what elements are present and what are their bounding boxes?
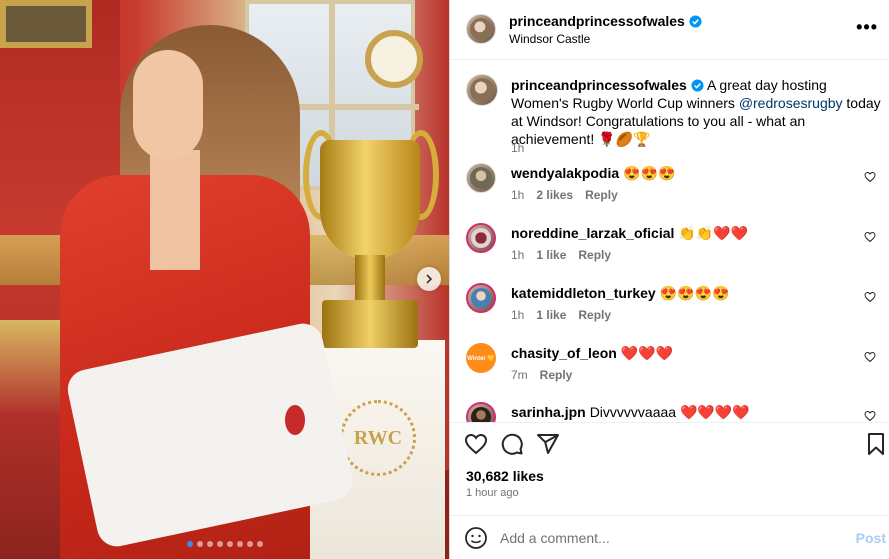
comment-likes[interactable]: 1 like — [536, 248, 566, 262]
heart-icon[interactable] — [864, 231, 876, 243]
comment-avatar[interactable] — [466, 402, 496, 422]
comment-text: 👏👏❤️❤️ — [678, 225, 749, 241]
comment-reply[interactable]: Reply — [540, 368, 573, 382]
chevron-right-icon — [426, 274, 433, 284]
avatar-text: Winter 💛 — [467, 355, 495, 362]
trophy-base — [322, 300, 418, 348]
heart-icon[interactable] — [864, 291, 876, 303]
england-rose-emblem — [285, 405, 305, 435]
carousel-dot — [186, 541, 193, 547]
trophy-cup — [320, 140, 420, 260]
rwc-logo-text: RWC — [353, 426, 403, 449]
comment-avatar[interactable] — [466, 223, 496, 253]
comment-item: katemiddleton_turkey 😍😍😍😍 1h 1 like Reply — [466, 283, 886, 333]
comment-body: wendyalakpodia 😍😍😍 — [511, 165, 675, 182]
post-timestamp[interactable]: 1 hour ago — [466, 487, 519, 499]
comment-item: Winter 💛 chasity_of_leon ❤️❤️❤️ 7m Reply — [466, 343, 886, 393]
comment-icon[interactable] — [500, 432, 524, 456]
add-comment-bar: Post — [450, 515, 889, 559]
person-face — [133, 50, 203, 160]
comment-time[interactable]: 1h — [511, 248, 524, 262]
comment-likes[interactable]: 1 like — [536, 308, 566, 322]
comment-username[interactable]: chasity_of_leon — [511, 345, 617, 361]
comment-likes[interactable]: 2 likes — [536, 188, 573, 202]
post-header: princeandprincessofwales Windsor Castle … — [450, 0, 889, 60]
share-icon[interactable] — [536, 432, 560, 456]
comment-reply[interactable]: Reply — [578, 248, 611, 262]
post-sidebar: princeandprincessofwales Windsor Castle … — [449, 0, 889, 559]
rwc-logo: RWC — [340, 400, 416, 476]
comment-text: 😍😍😍 — [623, 165, 676, 181]
comment-time[interactable]: 1h — [511, 308, 524, 322]
post-actions — [450, 422, 889, 464]
caption-time[interactable]: 1h — [511, 141, 524, 155]
comment-username[interactable]: katemiddleton_turkey — [511, 285, 656, 301]
carousel-next-button[interactable] — [417, 267, 441, 291]
caption-avatar[interactable] — [466, 74, 498, 106]
comment-body: sarinha.jpn Divvvvvvaaaa ❤️❤️❤️❤️ — [511, 404, 750, 421]
comment-text: ❤️❤️❤️ — [620, 345, 674, 361]
heart-icon[interactable] — [864, 171, 876, 183]
post-comment-button[interactable]: Post — [856, 530, 886, 546]
author-avatar[interactable] — [466, 14, 496, 44]
photo-painting — [0, 0, 92, 48]
heart-icon[interactable] — [864, 351, 876, 363]
trophy-stem — [355, 255, 385, 305]
comment-username[interactable]: noreddine_larzak_oficial — [511, 225, 674, 241]
carousel-dot — [246, 541, 253, 547]
bookmark-icon[interactable] — [864, 432, 888, 456]
carousel-dot — [206, 541, 213, 547]
comment-username[interactable]: sarinha.jpn — [511, 404, 586, 420]
comment-meta: 1h 1 like Reply — [511, 248, 611, 262]
post-location[interactable]: Windsor Castle — [509, 32, 590, 46]
comment-time[interactable]: 7m — [511, 368, 528, 382]
photo-chair — [0, 320, 60, 559]
carousel-dot — [216, 541, 223, 547]
comment-text: Divvvvvvaaaa ❤️❤️❤️❤️ — [589, 404, 750, 420]
comment-body: katemiddleton_turkey 😍😍😍😍 — [511, 285, 729, 302]
verified-badge-icon — [689, 14, 702, 28]
carousel-dot — [236, 541, 243, 547]
comment-meta: 7m Reply — [511, 368, 572, 382]
heart-icon[interactable] — [464, 432, 488, 456]
author-username-row[interactable]: princeandprincessofwales — [509, 13, 702, 29]
comment-item: noreddine_larzak_oficial 👏👏❤️❤️ 1h 1 like R… — [466, 223, 886, 273]
heart-icon[interactable] — [864, 410, 876, 422]
comment-body: chasity_of_leon ❤️❤️❤️ — [511, 345, 673, 362]
comment-meta: 1h 2 likes Reply — [511, 188, 618, 202]
comment-meta: 1h 1 like Reply — [511, 308, 611, 322]
caption-username[interactable]: princeandprincessofwales — [511, 77, 687, 93]
person-neck — [150, 150, 200, 270]
comment-avatar[interactable]: Winter 💛 — [466, 343, 496, 373]
comment-username[interactable]: wendyalakpodia — [511, 165, 619, 181]
comment-time[interactable]: 1h — [511, 188, 524, 202]
comment-avatar[interactable] — [466, 163, 496, 193]
comment-reply[interactable]: Reply — [578, 308, 611, 322]
comments-list[interactable]: princeandprincessofwales A great day hos… — [450, 60, 889, 422]
comment-avatar[interactable] — [466, 283, 496, 313]
comment-reply[interactable]: Reply — [585, 188, 618, 202]
author-username[interactable]: princeandprincessofwales — [509, 13, 685, 29]
carousel-indicator — [0, 541, 449, 547]
comment-text: 😍😍😍😍 — [659, 285, 730, 301]
carousel-dot — [196, 541, 203, 547]
more-icon[interactable]: ••• — [856, 18, 878, 36]
comment-body: noreddine_larzak_oficial 👏👏❤️❤️ — [511, 225, 748, 242]
comment-input[interactable] — [500, 528, 820, 548]
likes-count[interactable]: 30,682 likes — [466, 468, 544, 484]
caption-mention[interactable]: @redrosesrugby — [739, 95, 843, 111]
verified-badge-icon — [691, 79, 704, 92]
comment-item: sarinha.jpn Divvvvvvaaaa ❤️❤️❤️❤️ — [466, 402, 886, 422]
comment-item: wendyalakpodia 😍😍😍 1h 2 likes Reply — [466, 163, 886, 213]
photo-clock — [365, 30, 423, 88]
carousel-dot — [256, 541, 263, 547]
post-photo[interactable]: RWC — [0, 0, 449, 559]
emoji-icon[interactable] — [464, 526, 488, 550]
caption-text: princeandprincessofwales A great day hos… — [511, 76, 881, 148]
carousel-dot — [226, 541, 233, 547]
